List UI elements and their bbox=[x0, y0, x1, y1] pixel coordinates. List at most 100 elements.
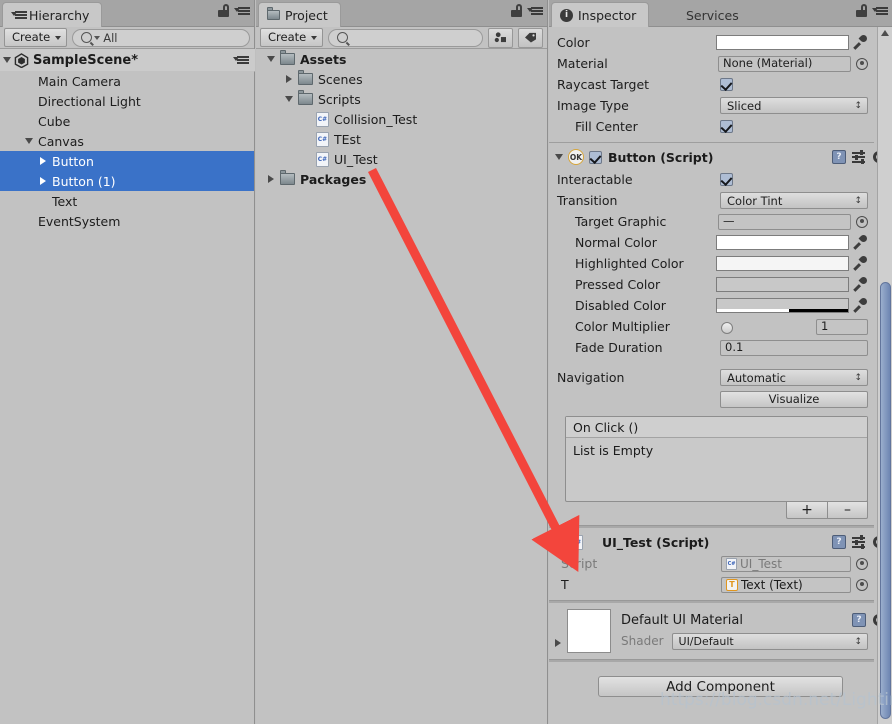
slider-knob[interactable] bbox=[721, 321, 733, 334]
eyedropper-icon[interactable] bbox=[854, 235, 868, 250]
image-type-label: Image Type bbox=[557, 98, 629, 113]
material-object-field[interactable]: None (Material) bbox=[718, 55, 851, 72]
object-picker-icon[interactable] bbox=[856, 57, 868, 70]
project-search-input[interactable] bbox=[328, 28, 483, 47]
filter-by-label-button[interactable] bbox=[518, 27, 543, 48]
preset-icon[interactable] bbox=[852, 150, 866, 164]
inspector-content: Color Material None (Material) Raycast Targ… bbox=[549, 27, 892, 724]
button-script-component: OK Button (Script) ? Interactable Transit… bbox=[549, 143, 892, 519]
hierarchy-item-button[interactable]: Button bbox=[0, 151, 254, 171]
project-item-assets[interactable]: Assets bbox=[256, 49, 547, 69]
eyedropper-icon[interactable] bbox=[854, 298, 868, 313]
project-create-button[interactable]: Create bbox=[260, 28, 324, 47]
button-script-header[interactable]: OK Button (Script) ? bbox=[549, 146, 892, 168]
hierarchy-scene-row[interactable]: SampleScene* bbox=[0, 49, 255, 72]
color-multiplier-value-input[interactable]: 1 bbox=[816, 318, 868, 335]
object-picker-icon[interactable] bbox=[856, 578, 868, 591]
raycast-target-field bbox=[720, 78, 868, 91]
hierarchy-item-eventsystem[interactable]: EventSystem bbox=[0, 211, 254, 231]
expand-toggle[interactable] bbox=[264, 56, 278, 62]
tab-services[interactable]: Services bbox=[677, 2, 752, 27]
ui-test-script-header[interactable]: C# UI_Test (Script) ? bbox=[549, 531, 892, 553]
lock-icon[interactable] bbox=[218, 4, 229, 17]
button-script-foldout-toggle[interactable] bbox=[555, 154, 563, 160]
hierarchy-create-button[interactable]: Create bbox=[4, 28, 68, 47]
shader-dropdown[interactable]: UI/Default bbox=[671, 632, 868, 650]
ui-test-foldout-toggle[interactable] bbox=[555, 539, 563, 545]
help-icon[interactable]: ? bbox=[832, 150, 846, 164]
pressed-color-swatch[interactable] bbox=[716, 277, 849, 292]
color-swatch[interactable] bbox=[716, 35, 849, 50]
inspector-scroll-thumb[interactable] bbox=[880, 282, 891, 719]
project-item-test[interactable]: C# TEst bbox=[256, 129, 547, 149]
scene-expand-toggle[interactable] bbox=[0, 57, 14, 63]
object-picker-icon[interactable] bbox=[856, 557, 868, 570]
project-item-scripts[interactable]: Scripts bbox=[256, 89, 547, 109]
lock-icon[interactable] bbox=[856, 4, 867, 17]
hierarchy-item-canvas[interactable]: Canvas bbox=[0, 131, 254, 151]
highlighted-color-label: Highlighted Color bbox=[575, 256, 684, 271]
hierarchy-context-menu-icon[interactable] bbox=[234, 5, 250, 17]
ui-test-t-field-row: T T Text (Text) bbox=[549, 574, 892, 595]
object-picker-icon[interactable] bbox=[856, 215, 868, 228]
expand-toggle[interactable] bbox=[36, 157, 50, 165]
onclick-add-button[interactable]: + bbox=[786, 501, 827, 519]
tab-hierarchy[interactable]: Hierarchy bbox=[2, 2, 103, 27]
filter-by-type-button[interactable] bbox=[488, 27, 513, 48]
hierarchy-item-main-camera[interactable]: Main Camera bbox=[0, 71, 254, 91]
project-context-menu-icon[interactable] bbox=[527, 5, 543, 17]
onclick-event-list: On Click () List is Empty + – bbox=[565, 416, 868, 519]
button-script-enabled-checkbox[interactable] bbox=[589, 150, 602, 164]
csharp-script-icon: C# bbox=[316, 131, 329, 147]
eyedropper-icon[interactable] bbox=[854, 35, 868, 50]
hierarchy-search-input[interactable]: All bbox=[72, 28, 250, 47]
onclick-title: On Click () bbox=[573, 419, 639, 435]
hierarchy-panel: Hierarchy Create All SampleScene* Main C… bbox=[0, 0, 255, 724]
expand-toggle[interactable] bbox=[264, 175, 278, 183]
help-icon[interactable]: ? bbox=[832, 535, 846, 549]
inspector-scrollbar[interactable] bbox=[877, 27, 892, 724]
visualize-button[interactable]: Visualize bbox=[720, 390, 868, 408]
csharp-script-icon: C# bbox=[316, 111, 329, 127]
inspector-context-menu-icon[interactable] bbox=[872, 5, 888, 17]
project-item-packages[interactable]: Packages bbox=[256, 169, 547, 189]
normal-color-swatch[interactable] bbox=[716, 235, 849, 250]
project-item-collision-test[interactable]: C# Collision_Test bbox=[256, 109, 547, 129]
eyedropper-icon[interactable] bbox=[854, 256, 868, 271]
material-foldout-toggle[interactable] bbox=[549, 639, 567, 653]
expand-toggle[interactable] bbox=[36, 177, 50, 185]
hierarchy-item-directional-light[interactable]: Directional Light bbox=[0, 91, 254, 111]
image-type-field: Sliced bbox=[720, 97, 868, 114]
tab-inspector[interactable]: i Inspector bbox=[551, 2, 650, 27]
hierarchy-item-button-1[interactable]: Button (1) bbox=[0, 171, 254, 191]
target-graphic-object-field[interactable]: — bbox=[718, 213, 851, 230]
scroll-up-arrow-icon[interactable] bbox=[881, 30, 889, 36]
image-type-dropdown[interactable]: Sliced bbox=[720, 97, 868, 114]
preset-icon[interactable] bbox=[852, 535, 866, 549]
csharp-script-icon: C# bbox=[316, 151, 329, 167]
hierarchy-item-text[interactable]: Text bbox=[0, 191, 254, 211]
project-item-ui-test[interactable]: C# UI_Test bbox=[256, 149, 547, 169]
fade-duration-input[interactable]: 0.1 bbox=[720, 339, 868, 356]
scene-context-menu-icon[interactable] bbox=[233, 54, 249, 66]
navigation-dropdown[interactable]: Automatic bbox=[720, 369, 868, 386]
project-item-scenes[interactable]: Scenes bbox=[256, 69, 547, 89]
eyedropper-icon[interactable] bbox=[854, 277, 868, 292]
help-icon[interactable]: ? bbox=[852, 613, 866, 627]
tab-project[interactable]: Project bbox=[258, 2, 341, 27]
onclick-remove-button[interactable]: – bbox=[827, 501, 868, 519]
hierarchy-item-label: Text bbox=[52, 193, 78, 209]
lock-icon[interactable] bbox=[511, 4, 522, 17]
ui-test-script-object-field[interactable]: C# UI_Test bbox=[721, 555, 851, 572]
highlighted-color-swatch[interactable] bbox=[716, 256, 849, 271]
fill-center-checkbox[interactable] bbox=[720, 120, 733, 133]
hierarchy-item-cube[interactable]: Cube bbox=[0, 111, 254, 131]
ui-test-t-object-field[interactable]: T Text (Text) bbox=[721, 576, 851, 593]
expand-toggle[interactable] bbox=[282, 75, 296, 83]
interactable-checkbox[interactable] bbox=[720, 173, 733, 186]
disabled-color-swatch[interactable] bbox=[716, 298, 849, 313]
transition-dropdown[interactable]: Color Tint bbox=[720, 192, 868, 209]
expand-toggle[interactable] bbox=[22, 138, 36, 144]
raycast-target-checkbox[interactable] bbox=[720, 78, 733, 91]
expand-toggle[interactable] bbox=[282, 96, 296, 102]
